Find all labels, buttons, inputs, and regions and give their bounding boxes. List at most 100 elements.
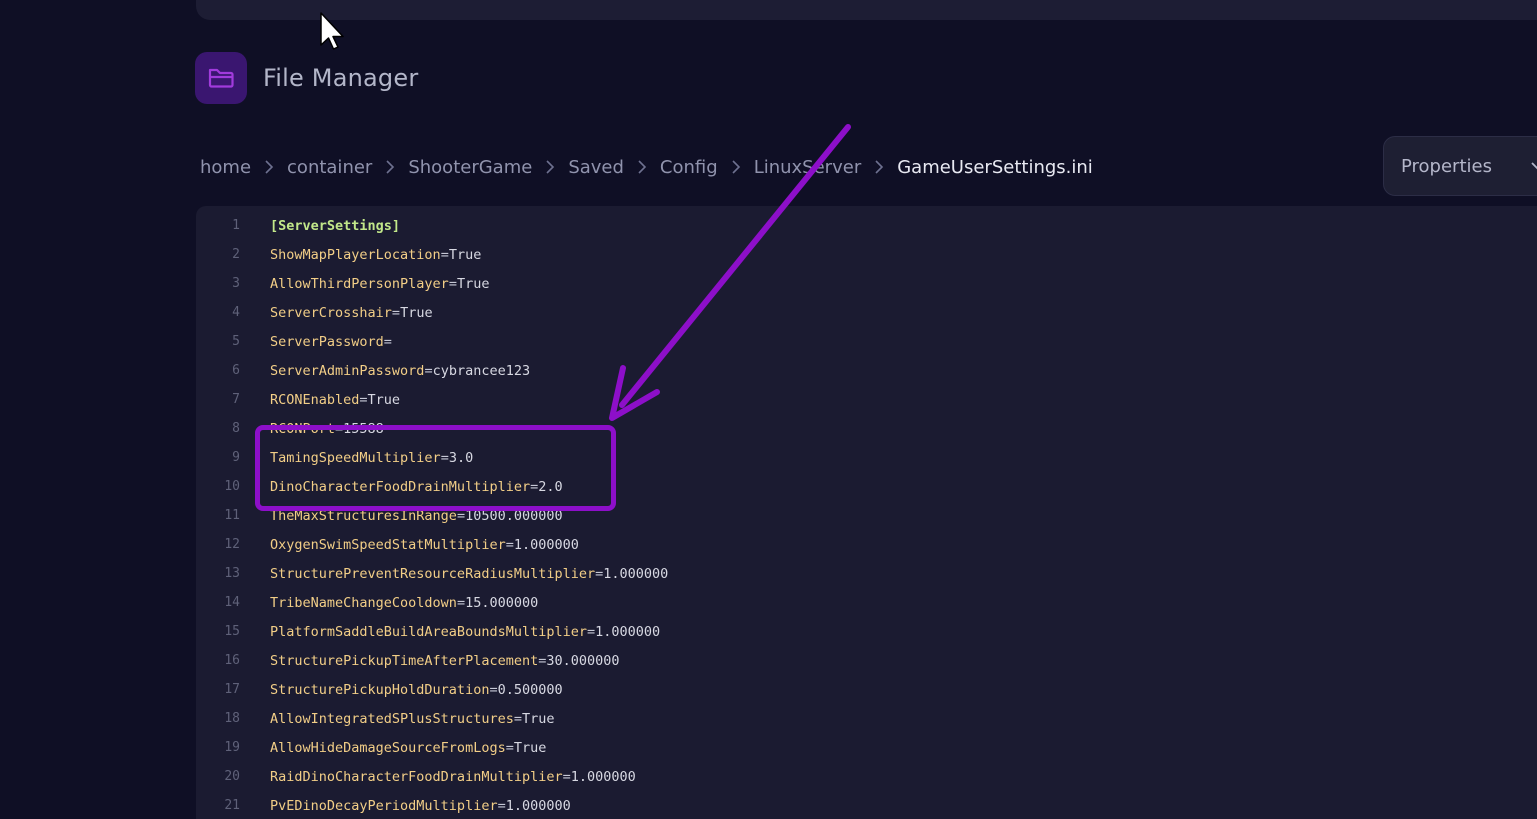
line-text: StructurePickupHoldDuration=0.500000 (270, 682, 563, 698)
top-panel (196, 0, 1537, 20)
highlight-annotation (255, 425, 616, 511)
page-header: File Manager (195, 52, 418, 104)
line-number: 3 (232, 276, 240, 291)
setting-key: ServerCrosshair (270, 304, 392, 321)
line-text: RCONEnabled=True (270, 392, 400, 408)
setting-value: 1.000000 (570, 768, 636, 785)
chevron-right-icon (872, 159, 886, 175)
line-text: PvEDinoDecayPeriodMultiplier=1.000000 (270, 798, 571, 814)
code-line[interactable]: 5 ServerPassword= (196, 327, 392, 356)
setting-value: cybrancee123 (432, 362, 531, 379)
equals-sign: = (391, 304, 401, 321)
equals-sign: = (448, 275, 457, 292)
line-text: AllowHideDamageSourceFromLogs=True (270, 740, 546, 756)
code-line[interactable]: 1 [ServerSettings] (196, 211, 400, 240)
folder-icon (195, 52, 247, 104)
setting-key: ServerPassword (270, 333, 384, 350)
setting-value: True (448, 246, 482, 263)
breadcrumb-item[interactable]: home (200, 157, 251, 178)
breadcrumb-item[interactable]: container (287, 157, 372, 178)
code-line[interactable]: 18 AllowIntegratedSPlusStructures=True (196, 704, 555, 733)
line-number: 14 (224, 595, 240, 610)
equals-sign: = (424, 362, 433, 379)
chevron-right-icon (729, 159, 743, 175)
code-line[interactable]: 7 RCONEnabled=True (196, 385, 400, 414)
mouse-cursor-icon (320, 12, 344, 50)
code-line[interactable]: 4 ServerCrosshair=True (196, 298, 433, 327)
line-number: 21 (224, 798, 240, 813)
chevron-right-icon (383, 159, 397, 175)
setting-value: 1.000000 (505, 797, 571, 814)
page-title: File Manager (263, 64, 419, 92)
setting-value: 30.000000 (546, 652, 620, 669)
setting-key: PvEDinoDecayPeriodMultiplier (270, 797, 498, 814)
code-line[interactable]: 17 StructurePickupHoldDuration=0.500000 (196, 675, 563, 704)
equals-sign: = (497, 797, 506, 814)
code-line[interactable]: 13 StructurePreventResourceRadiusMultipli… (196, 559, 668, 588)
setting-key: StructurePickupTimeAfterPlacement (270, 652, 539, 669)
equals-sign: = (359, 391, 368, 408)
equals-sign: = (505, 536, 514, 553)
setting-value: 15.000000 (465, 594, 539, 611)
line-number: 16 (224, 653, 240, 668)
line-number: 10 (224, 479, 240, 494)
setting-key: AllowIntegratedSPlusStructures (270, 710, 514, 727)
equals-sign: = (562, 768, 571, 785)
setting-key: OxygenSwimSpeedStatMultiplier (270, 536, 506, 553)
setting-key: RaidDinoCharacterFoodDrainMultiplier (270, 768, 563, 785)
setting-value: True (513, 739, 547, 756)
section-header: [ServerSettings] (270, 217, 401, 234)
code-line[interactable]: 19 AllowHideDamageSourceFromLogs=True (196, 733, 546, 762)
equals-sign: = (513, 710, 522, 727)
line-number: 4 (232, 305, 240, 320)
line-text: StructurePreventResourceRadiusMultiplier… (270, 566, 668, 582)
setting-key: StructurePreventResourceRadiusMultiplier (270, 565, 596, 582)
setting-key: RCONEnabled (270, 391, 360, 408)
breadcrumb-item[interactable]: Saved (568, 157, 624, 178)
equals-sign: = (586, 623, 596, 640)
chevron-down-icon (1530, 161, 1537, 171)
chevron-right-icon (262, 159, 276, 175)
setting-value: 1.000000 (603, 565, 669, 582)
code-line[interactable]: 21 PvEDinoDecayPeriodMultiplier=1.000000 (196, 791, 571, 819)
line-number: 13 (224, 566, 240, 581)
breadcrumb-item[interactable]: ShooterGame (408, 157, 532, 178)
code-line[interactable]: 14 TribeNameChangeCooldown=15.000000 (196, 588, 538, 617)
line-text: AllowThirdPersonPlayer=True (270, 276, 489, 292)
line-text: ServerAdminPassword=cybrancee123 (270, 363, 530, 379)
chevron-right-icon (543, 159, 557, 175)
code-line[interactable]: 20 RaidDinoCharacterFoodDrainMultiplier=1… (196, 762, 636, 791)
setting-value: True (456, 275, 490, 292)
line-number: 19 (224, 740, 240, 755)
setting-key: AllowThirdPersonPlayer (270, 275, 449, 292)
code-line[interactable]: 2 ShowMapPlayerLocation=True (196, 240, 481, 269)
line-text: RaidDinoCharacterFoodDrainMultiplier=1.0… (270, 769, 636, 785)
code-line[interactable]: 3 AllowThirdPersonPlayer=True (196, 269, 489, 298)
line-number: 6 (232, 363, 240, 378)
setting-key: StructurePickupHoldDuration (270, 681, 490, 698)
setting-value: True (521, 710, 555, 727)
code-line[interactable]: 12 OxygenSwimSpeedStatMultiplier=1.000000 (196, 530, 579, 559)
code-line[interactable]: 6 ServerAdminPassword=cybrancee123 (196, 356, 530, 385)
file-manager-page: File Manager home container ShooterGame Sav… (0, 0, 1537, 819)
code-editor[interactable]: 1 [ServerSettings] 2 ShowMapPlayerLocation=… (196, 206, 1537, 819)
line-text: ServerCrosshair=True (270, 305, 433, 321)
line-number: 1 (232, 218, 240, 233)
code-line[interactable]: 15 PlatformSaddleBuildAreaBoundsMultiplie… (196, 617, 660, 646)
line-number: 18 (224, 711, 240, 726)
code-line[interactable]: 16 StructurePickupTimeAfterPlacement=30.0… (196, 646, 620, 675)
setting-value: True (367, 391, 401, 408)
equals-sign: = (489, 681, 498, 698)
setting-key: ShowMapPlayerLocation (270, 246, 441, 263)
chevron-right-icon (635, 159, 649, 175)
line-number: 20 (224, 769, 240, 784)
setting-key: AllowHideDamageSourceFromLogs (270, 739, 506, 756)
breadcrumb-item[interactable]: LinuxServer (754, 157, 862, 178)
line-number: 5 (232, 334, 240, 349)
setting-value: 1.000000 (513, 536, 579, 553)
setting-value: 0.500000 (497, 681, 563, 698)
setting-value: True (400, 304, 433, 321)
setting-value: 1.000000 (595, 623, 661, 640)
breadcrumb-item[interactable]: Config (660, 157, 718, 178)
properties-button[interactable]: Properties (1383, 136, 1537, 196)
